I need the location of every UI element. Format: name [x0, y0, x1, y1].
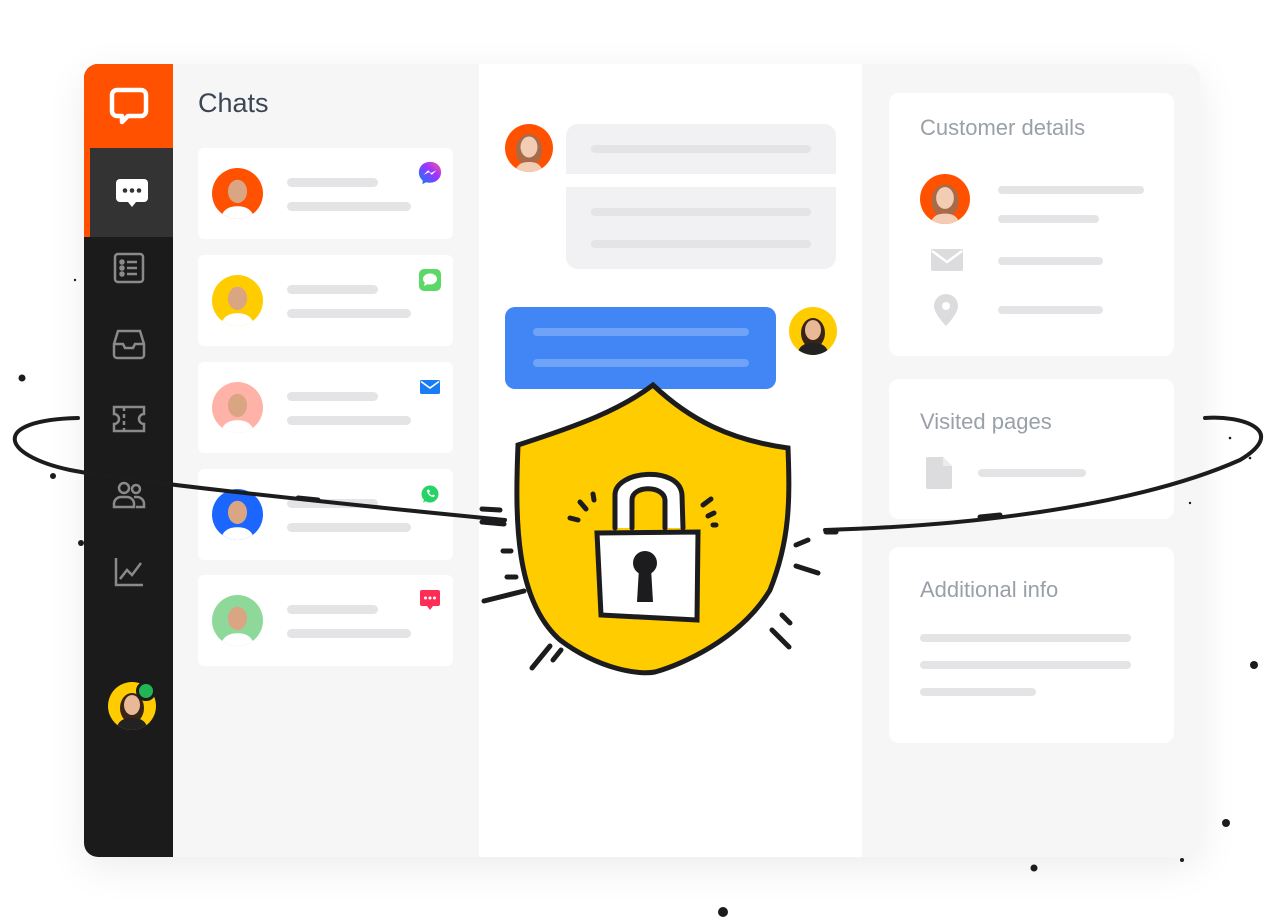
imessage-icon [419, 269, 441, 291]
channel-whatsapp [418, 482, 442, 506]
logo[interactable] [84, 64, 173, 148]
sidebar [84, 64, 173, 857]
online-status-dot [136, 681, 156, 701]
ticket-icon [112, 405, 145, 433]
sidebar-item-customers[interactable] [84, 480, 173, 510]
customer-message-bubble [566, 124, 836, 269]
chats-icon [115, 178, 148, 207]
people-icon [112, 481, 145, 509]
customer-avatar [505, 124, 553, 172]
chat-list-item[interactable] [198, 469, 453, 560]
chat-list-item[interactable] [198, 362, 453, 453]
additional-info-card: Additional info [889, 547, 1174, 743]
app-window: Chats Customer details Visited pages Add… [84, 64, 1200, 857]
sidebar-item-inbox[interactable] [84, 328, 173, 360]
customer-avatar [212, 489, 263, 540]
location-icon [934, 294, 958, 326]
chat-list-item[interactable] [198, 575, 453, 666]
customer-avatar [212, 275, 263, 326]
conversation-panel [479, 64, 862, 857]
messenger-icon [418, 161, 442, 185]
chart-icon [114, 558, 143, 587]
card-title: Visited pages [920, 409, 1052, 434]
visited-pages-card: Visited pages [889, 379, 1174, 519]
agent-message-bubble [505, 307, 776, 389]
chat-list-item[interactable] [198, 255, 453, 346]
sidebar-item-list[interactable] [84, 252, 173, 284]
file-icon [926, 457, 952, 489]
channel-email [418, 375, 442, 399]
page-title: Chats [198, 88, 269, 118]
chats-panel: Chats [173, 64, 479, 857]
whatsapp-icon [421, 485, 439, 503]
agent-avatar [789, 307, 837, 355]
sidebar-item-chats[interactable] [84, 148, 173, 237]
customer-avatar [212, 595, 263, 646]
sms-icon [420, 590, 440, 610]
email-icon [420, 380, 440, 394]
chat-list-item[interactable] [198, 148, 453, 239]
customer-details-card: Customer details [889, 93, 1174, 356]
card-title: Customer details [920, 115, 1086, 140]
email-icon [931, 249, 963, 271]
inbox-icon [112, 329, 145, 360]
channel-imessage [418, 268, 442, 292]
list-icon [113, 252, 144, 284]
details-panel: Customer details Visited pages Additiona… [862, 64, 1200, 857]
sidebar-item-reports[interactable] [84, 556, 173, 588]
customer-avatar [212, 382, 263, 433]
channel-messenger [418, 161, 442, 185]
chat-logo-icon [109, 87, 148, 125]
customer-avatar [212, 168, 263, 219]
channel-sms [418, 588, 442, 612]
sidebar-item-tickets[interactable] [84, 404, 173, 434]
customer-avatar [920, 174, 970, 224]
card-title: Additional info [920, 577, 1059, 602]
